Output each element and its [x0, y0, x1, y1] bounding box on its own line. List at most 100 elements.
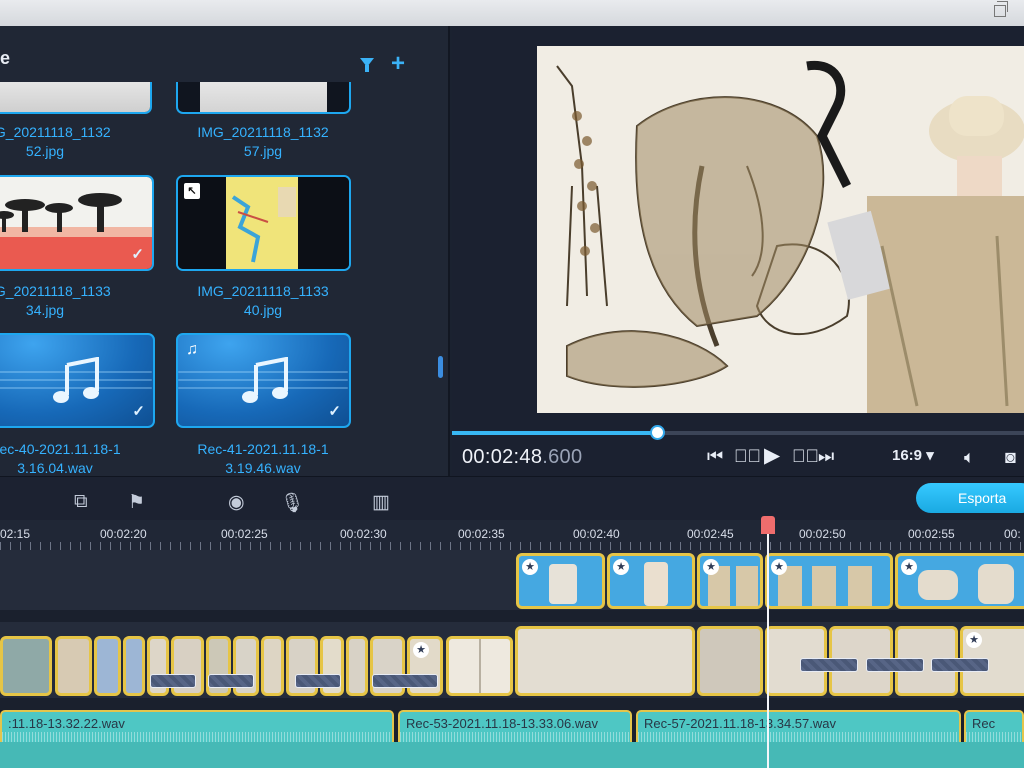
clip-thumbnail [736, 566, 758, 606]
media-tile[interactable] [0, 82, 152, 114]
media-panel: e + IMG_20211118_1132 52.jpg IMG_20211118… [0, 26, 450, 476]
file-name-line1: IMG_20211118_1132 [197, 124, 329, 140]
ruler-tick-label: 00:02:20 [100, 527, 147, 541]
ruler-ticks [0, 542, 1024, 550]
file-name-line1: Rec-40-2021.11.18-1 [0, 441, 121, 457]
ruler-tick-label: 00:02:25 [221, 527, 268, 541]
preview-progress-track[interactable] [452, 431, 1024, 435]
current-timecode: 00:02:48.600 [462, 446, 582, 469]
video-clip[interactable] [697, 626, 763, 696]
ruler-tick-label: 00: [1004, 527, 1021, 541]
thumbnail-baobab-drawing [0, 177, 152, 269]
transition-marker[interactable] [372, 674, 438, 688]
ruler-tick-label: 00:02:45 [687, 527, 734, 541]
thumbnail-map-drawing [178, 177, 349, 269]
ruler-tick-label: 00:02:50 [799, 527, 846, 541]
clip-thumbnail [848, 566, 872, 606]
thumbnail-image [0, 82, 150, 112]
transition-marker[interactable] [150, 674, 196, 688]
preview-progress-fill [452, 431, 658, 435]
timeline-ruler[interactable]: 02:15 00:02:20 00:02:25 00:02:30 00:02:3… [0, 520, 1024, 550]
file-name-line1: IMG_20211118_1133 [0, 283, 111, 299]
volume-icon[interactable]: 🔈︎ [964, 447, 975, 468]
file-name: IMG_20211118_1133 40.jpg [163, 282, 363, 320]
star-icon: ★ [613, 559, 629, 575]
lower-audio-track[interactable] [0, 742, 1024, 768]
preview-panel: 00:02:48.600 ⏮ ◀⃒ ▶ ▶⃒ ⏭ 16:9 ▾ 🔈︎ ◙ [452, 26, 1024, 476]
ruler-tick-label: 00:02:35 [458, 527, 505, 541]
multitrack-icon[interactable]: ▥ [372, 491, 390, 514]
ruler-tick-label: 02:15 [0, 527, 31, 541]
media-panel-title: e [0, 48, 11, 68]
media-tile[interactable]: ↖ [176, 175, 351, 271]
check-icon: ✓ [131, 246, 144, 263]
timeline-tracks: ★ ★ ★ ★ ★ ★ ★:11.18-13.32.22.wav Rec-53… [0, 550, 1024, 768]
video-preview [537, 46, 1024, 413]
audio-tile[interactable]: ♫ ✓ [176, 333, 351, 428]
previous-frame-icon[interactable]: ◀⃒ [734, 446, 761, 467]
video-clip[interactable] [0, 636, 52, 696]
overlay-clip[interactable]: ★ [697, 553, 763, 609]
transition-marker[interactable] [866, 658, 924, 672]
overlay-clip[interactable]: ★ [607, 553, 695, 609]
overlay-clip[interactable]: ★ [765, 553, 893, 609]
video-clip[interactable] [261, 636, 284, 696]
playback-position-handle[interactable] [649, 425, 665, 440]
music-note-icon [242, 357, 288, 403]
file-name-line2: 57.jpg [243, 143, 283, 159]
video-clip[interactable] [515, 626, 695, 696]
overlay-clip[interactable]: ★ [895, 553, 1024, 609]
timecode-ms: .600 [542, 446, 583, 468]
aspect-ratio-dropdown[interactable]: 16:9 ▾ [892, 446, 934, 464]
export-button[interactable]: Esporta [916, 483, 1024, 513]
media-scrollbar[interactable] [438, 356, 443, 378]
skip-to-start-icon[interactable]: ⏮ [707, 446, 723, 467]
overlay-clip[interactable]: ★ [516, 553, 605, 609]
video-clip[interactable] [346, 636, 368, 696]
playhead-line [767, 534, 769, 768]
media-tile[interactable] [176, 82, 351, 114]
restore-window-icon[interactable] [994, 1, 1008, 17]
skip-to-end-icon[interactable]: ⏭ [818, 446, 834, 467]
music-note-badge-icon: ♫ [186, 341, 198, 358]
file-name-line2: 3.19.46.wav [225, 460, 301, 476]
add-icon[interactable]: + [391, 52, 405, 76]
file-name-line2: 40.jpg [243, 302, 283, 318]
audio-clip-label: Rec-57-2021.11.18-13.34.57.wav [644, 716, 836, 731]
star-icon: ★ [522, 559, 538, 575]
audio-clip-label: :11.18-13.32.22.wav [8, 716, 125, 731]
clip-thumbnail [978, 564, 1014, 604]
transition-marker[interactable] [931, 658, 989, 672]
transition-marker[interactable] [208, 674, 254, 688]
play-icon[interactable]: ▶ [764, 443, 780, 468]
video-clip[interactable] [123, 636, 145, 696]
file-name-line1: Rec-41-2021.11.18-1 [197, 441, 329, 457]
clip-thumbnail [918, 570, 958, 600]
marker-flag-icon[interactable]: ⚑ [128, 491, 145, 514]
transition-marker[interactable] [800, 658, 858, 672]
media-tile[interactable]: ✓ [0, 175, 154, 271]
next-frame-icon[interactable]: ▶⃒ [792, 446, 819, 467]
file-name-line2: 52.jpg [25, 143, 65, 159]
check-icon: ✓ [328, 403, 341, 420]
star-icon: ★ [413, 642, 429, 658]
subtitles-icon[interactable]: ⧉ [74, 491, 88, 513]
audio-clip-label: Rec-53-2021.11.18-13.33.06.wav [406, 716, 598, 731]
window-title-bar [0, 0, 1024, 26]
expand-icon: ↖ [184, 183, 200, 199]
camera-icon[interactable]: ◙ [1005, 447, 1016, 468]
microphone-icon[interactable]: 🎙︎ [280, 491, 304, 515]
video-clip[interactable] [446, 636, 513, 696]
timeline-toolbar: ⧉ ⚑ ◉ 🎙︎ ▥ Esporta [0, 476, 1024, 520]
transition-marker[interactable] [295, 674, 341, 688]
ruler-tick-label: 00:02:55 [908, 527, 955, 541]
star-icon: ★ [703, 559, 719, 575]
filter-icon[interactable] [360, 58, 374, 72]
video-clip[interactable] [94, 636, 121, 696]
file-name: IMG_20211118_1132 57.jpg [163, 123, 363, 161]
playhead-handle[interactable] [761, 516, 775, 534]
check-icon: ✓ [132, 403, 145, 420]
video-clip[interactable] [55, 636, 92, 696]
audio-tile[interactable]: ✓ [0, 333, 155, 428]
webcam-icon[interactable]: ◉ [228, 491, 245, 514]
